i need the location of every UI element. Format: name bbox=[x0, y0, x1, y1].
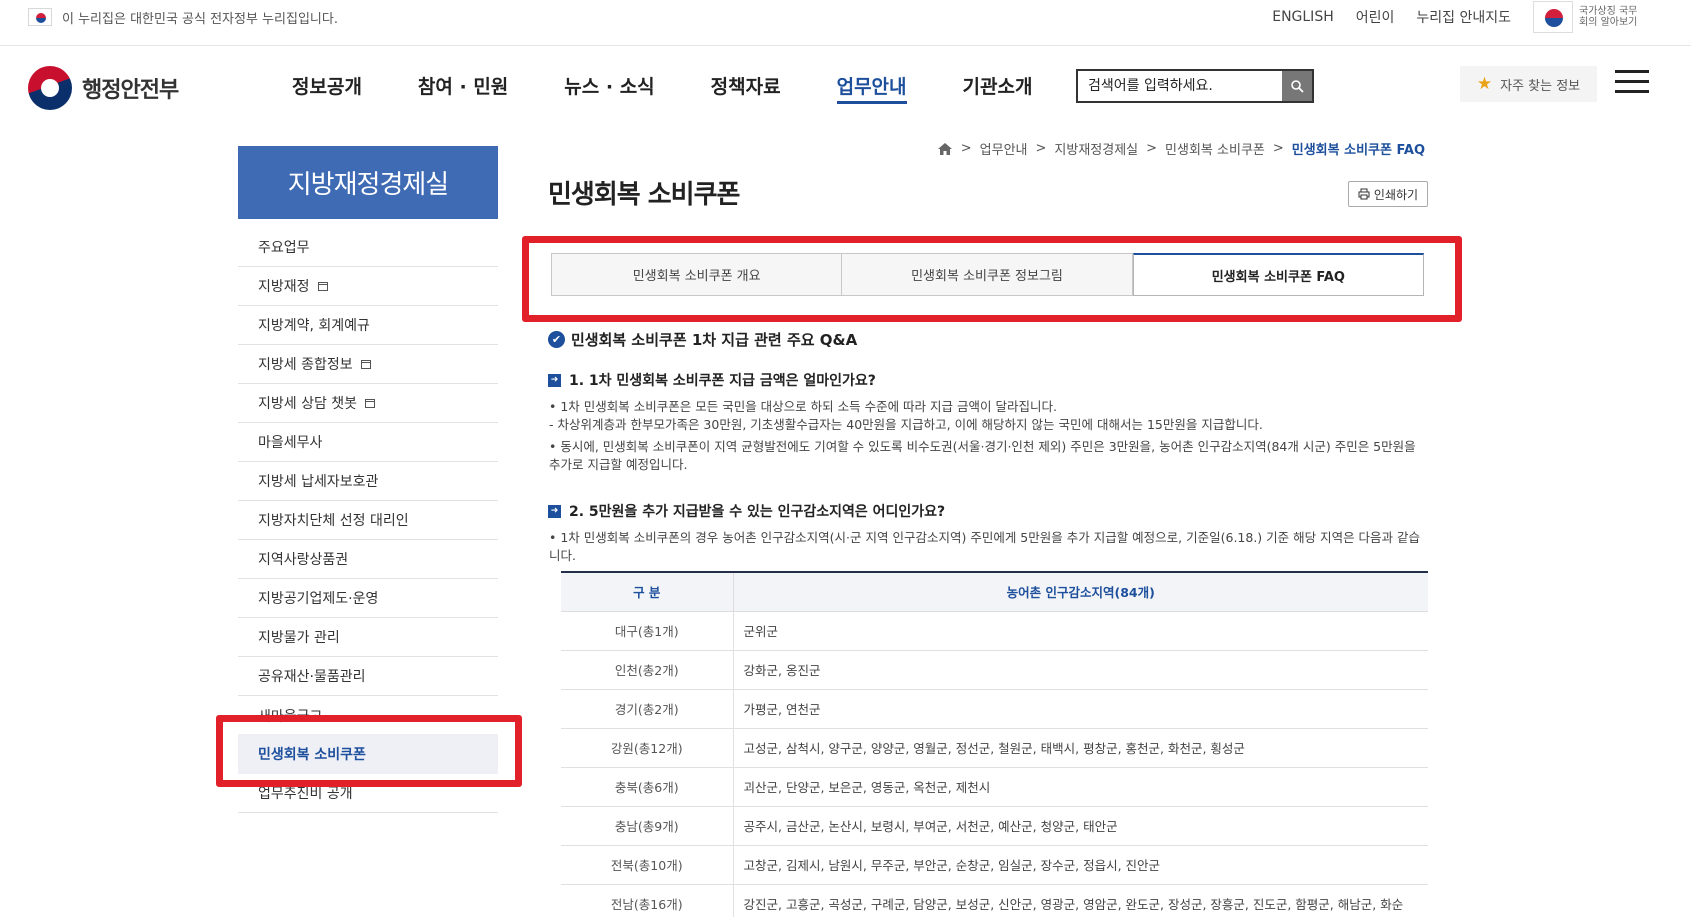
taegeuk-logo-icon bbox=[28, 66, 72, 110]
hamburger-icon bbox=[1615, 70, 1649, 73]
sidebar-item-main-work[interactable]: 주요업무 bbox=[238, 228, 498, 267]
new-window-icon bbox=[360, 359, 371, 369]
national-symbol-link[interactable]: 국가상징 국무회의 알아보기 bbox=[1533, 0, 1643, 34]
table-header-regions: 농어촌 인구감소지역(84개) bbox=[733, 572, 1428, 612]
sidebar-item-village-tax[interactable]: 마을세무사 bbox=[238, 423, 498, 462]
table-row: 전남(총16개) 강진군, 고흥군, 곡성군, 구례군, 담양군, 보성군, 신안… bbox=[561, 884, 1428, 917]
taegukgi-icon bbox=[1533, 1, 1573, 33]
question-2: ➜ 2. 5만원을 추가 지급받을 수 있는 인구감소지역은 어디인가요? bbox=[548, 501, 945, 521]
breadcrumb: > 업무안내 > 지방재정경제실 > 민생회복 소비쿠폰 > 민생회복 소비쿠폰… bbox=[920, 139, 1425, 158]
search-input[interactable] bbox=[1078, 71, 1282, 101]
tab-faq[interactable]: 민생회복 소비쿠폰 FAQ bbox=[1132, 253, 1424, 296]
national-symbol-text: 국가상징 국무회의 알아보기 bbox=[1579, 6, 1638, 28]
breadcrumb-coupon[interactable]: 민생회복 소비쿠폰 bbox=[1165, 139, 1265, 158]
menu-button[interactable] bbox=[1615, 70, 1649, 94]
question-1: ➜ 1. 1차 민생회복 소비쿠폰 지급 금액은 얼마인가요? bbox=[548, 370, 876, 390]
sidebar-item-public-enterprise[interactable]: 지방공기업제도·운영 bbox=[238, 579, 498, 618]
home-icon[interactable] bbox=[937, 142, 953, 156]
search-button[interactable] bbox=[1282, 71, 1312, 101]
table-row: 인천(총2개) 강화군, 옹진군 bbox=[561, 650, 1428, 690]
check-circle-icon: ✔ bbox=[548, 331, 565, 348]
sidebar-item-agent[interactable]: 지방자치단체 선정 대리인 bbox=[238, 501, 498, 540]
logo[interactable]: 행정안전부 bbox=[28, 66, 179, 110]
arrow-box-icon: ➜ bbox=[548, 504, 561, 518]
table-header-row: 구 분 농어촌 인구감소지역(84개) bbox=[561, 572, 1428, 612]
gov-bar: 이 누리집은 대한민국 공식 전자정부 누리집입니다. ENGLISH 어린이 … bbox=[0, 0, 1691, 46]
answer-1: • 1차 민생회복 소비쿠폰은 모든 국민을 대상으로 하되 소득 수준에 따라… bbox=[549, 399, 1416, 472]
nav-policy[interactable]: 정책자료 bbox=[683, 72, 809, 108]
nav-participation[interactable]: 참여 · 민원 bbox=[390, 72, 536, 108]
table-row: 강원(총12개) 고성군, 삼척시, 양구군, 양양군, 영월군, 정선군, 철원… bbox=[561, 728, 1428, 768]
tab-bar: 민생회복 소비쿠폰 개요 민생회복 소비쿠폰 정보그림 민생회복 소비쿠폰 FA… bbox=[551, 253, 1424, 296]
print-label: 인쇄하기 bbox=[1373, 187, 1419, 202]
sidebar-item-taxpayer-protection[interactable]: 지방세 납세자보호관 bbox=[238, 462, 498, 501]
main-nav: 정보공개 참여 · 민원 뉴스 · 소식 정책자료 업무안내 기관소개 bbox=[264, 72, 1060, 108]
header: 행정안전부 정보공개 참여 · 민원 뉴스 · 소식 정책자료 업무안내 기관소… bbox=[0, 46, 1691, 130]
table-row: 충북(총6개) 괴산군, 단양군, 보은군, 영동군, 옥천군, 제천시 bbox=[561, 767, 1428, 807]
sidebar-item-consumption-coupon[interactable]: 민생회복 소비쿠폰 bbox=[238, 734, 498, 774]
nav-about[interactable]: 기관소개 bbox=[935, 72, 1061, 108]
sidebar-item-local-contract[interactable]: 지방계약, 회계예규 bbox=[238, 306, 498, 345]
sidebar-menu: 주요업무 지방재정 지방계약, 회계예규 지방세 종합정보 지방세 상담 챗봇 … bbox=[238, 228, 498, 813]
arrow-box-icon: ➜ bbox=[548, 373, 561, 387]
sidebar-item-local-tax-info[interactable]: 지방세 종합정보 bbox=[238, 345, 498, 384]
breadcrumb-finance-office[interactable]: 지방재정경제실 bbox=[1054, 139, 1138, 158]
table-row: 경기(총2개) 가평군, 연천군 bbox=[561, 689, 1428, 729]
tab-infographic[interactable]: 민생회복 소비쿠폰 정보그림 bbox=[842, 253, 1133, 296]
search-icon bbox=[1291, 80, 1304, 93]
table-row: 충남(총9개) 공주시, 금산군, 논산시, 보령시, 부여군, 서천군, 예산군… bbox=[561, 806, 1428, 846]
utility-links: ENGLISH 어린이 누리집 안내지도 bbox=[1272, 6, 1511, 28]
star-icon: ★ bbox=[1476, 74, 1493, 94]
sidebar-item-expense-disclosure[interactable]: 업무추진비 공개 bbox=[238, 774, 498, 813]
logo-text: 행정안전부 bbox=[82, 78, 179, 103]
flag-icon bbox=[28, 8, 52, 26]
frequent-info-label: 자주 찾는 정보 bbox=[1500, 78, 1581, 94]
new-window-icon bbox=[365, 398, 376, 408]
qa-section-title: ✔ 민생회복 소비쿠폰 1차 지급 관련 주요 Q&A bbox=[548, 329, 857, 350]
frequent-info-button[interactable]: ★ 자주 찾는 정보 bbox=[1460, 66, 1597, 102]
page-title: 민생회복 소비쿠폰 bbox=[548, 180, 740, 210]
table-row: 대구(총1개) 군위군 bbox=[561, 611, 1428, 651]
sidebar-item-price-management[interactable]: 지방물가 관리 bbox=[238, 618, 498, 657]
breadcrumb-current[interactable]: 민생회복 소비쿠폰 FAQ bbox=[1292, 139, 1425, 158]
tab-overview[interactable]: 민생회복 소비쿠폰 개요 bbox=[551, 253, 843, 296]
new-window-icon bbox=[317, 281, 328, 291]
sidebar-item-tax-chatbot[interactable]: 지방세 상담 챗봇 bbox=[238, 384, 498, 423]
link-english[interactable]: ENGLISH bbox=[1272, 9, 1334, 25]
gov-notice[interactable]: 이 누리집은 대한민국 공식 전자정부 누리집입니다. bbox=[28, 6, 338, 28]
gov-notice-text: 이 누리집은 대한민국 공식 전자정부 누리집입니다. bbox=[62, 11, 338, 27]
answer-2: • 1차 민생회복 소비쿠폰의 경우 농어촌 인구감소지역(시·군 지역 인구감… bbox=[549, 530, 1421, 563]
table-row: 전북(총10개) 고창군, 김제시, 남원시, 무주군, 부안군, 순창군, 임실… bbox=[561, 845, 1428, 885]
print-button[interactable]: 인쇄하기 bbox=[1348, 181, 1428, 207]
sidebar-item-public-property[interactable]: 공유재산·물품관리 bbox=[238, 657, 498, 696]
breadcrumb-business[interactable]: 업무안내 bbox=[980, 139, 1028, 158]
nav-business[interactable]: 업무안내 bbox=[809, 72, 935, 108]
sidebar-title: 지방재정경제실 bbox=[238, 146, 498, 219]
printer-icon bbox=[1358, 188, 1370, 200]
nav-info-disclosure[interactable]: 정보공개 bbox=[264, 72, 390, 108]
link-kids[interactable]: 어린이 bbox=[1356, 7, 1395, 27]
sidebar-item-local-voucher[interactable]: 지역사랑상품권 bbox=[238, 540, 498, 579]
sidebar-item-saemaul[interactable]: 새마을금고 bbox=[238, 696, 498, 726]
region-table: 구 분 농어촌 인구감소지역(84개) 대구(총1개) 군위군 인천(총2개) 강화… bbox=[561, 571, 1428, 917]
link-sitemap[interactable]: 누리집 안내지도 bbox=[1416, 7, 1511, 27]
sidebar-item-local-finance[interactable]: 지방재정 bbox=[238, 267, 498, 306]
search-box bbox=[1076, 69, 1314, 103]
table-header-category: 구 분 bbox=[561, 572, 734, 612]
nav-news[interactable]: 뉴스 · 소식 bbox=[536, 72, 682, 108]
